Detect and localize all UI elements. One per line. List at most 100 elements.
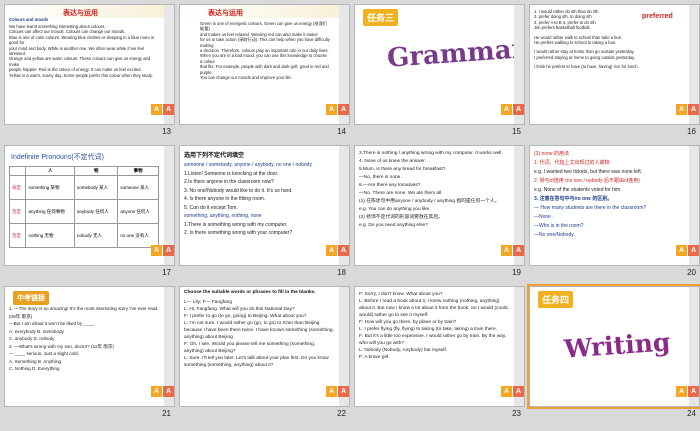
slide-22-line: L: Sure. I'll tell you later. Let's talk… (184, 356, 329, 368)
slide-21-line: A. Something B. Anything (9, 358, 62, 364)
a-icon: A (501, 386, 512, 397)
slide-14-line: You can change our moods and improve you… (200, 75, 293, 81)
slide-thumbnail-14[interactable]: 表达与运用 Green is one of energetic colours.… (179, 4, 350, 141)
a-icon: A (326, 104, 337, 115)
a-icon: A (688, 386, 699, 397)
slide-23-line: F: A brave girl. (359, 355, 390, 360)
slide-thumbnail-21[interactable]: 中考链接 1. —The story is so amazing! It's t… (4, 286, 175, 423)
slide-thumbnail-18[interactable]: 选用下列不定代词填空 someone / somebody, anyone / … (179, 145, 350, 282)
slide-23-canvas[interactable]: F: Sorry, I don't know. What about you? … (354, 286, 525, 407)
slide-thumbnail-16[interactable]: preferred 1. I would rather do sth than … (529, 4, 700, 141)
a-icon: A (688, 245, 699, 256)
slide-number: 24 (687, 409, 696, 418)
a-icon: A (163, 245, 174, 256)
slide-20-line: —No one/Nobody. (534, 232, 575, 238)
slide-18-canvas[interactable]: 选用下列不定代词填空 someone / somebody, anyone / … (179, 145, 350, 266)
slide-thumbnail-15[interactable]: 任务三 Grammar A A 15 (354, 4, 525, 141)
slide-thumbnail-19[interactable]: 3.There is nothing / anything wrong with… (354, 145, 525, 282)
slide-19-line: —No, there is none. (359, 175, 402, 180)
slide-24-title: Writing (563, 327, 672, 364)
slide-21-line: C. Nothing D. Everything (9, 366, 60, 371)
slide-17-canvas[interactable]: Indefinite Pronouns(不定代词) 人 物 事物 肯定 some… (4, 145, 175, 266)
table-header (8, 166, 27, 176)
slide-number: 20 (687, 268, 696, 277)
slide-15-canvas[interactable]: 任务三 Grammar A A (354, 4, 525, 125)
a-icon: A (163, 386, 174, 397)
a-icon: A (338, 104, 349, 115)
a-icon: A (513, 245, 524, 256)
slide-number: 13 (162, 127, 171, 136)
slide-21-line: A. everybody B. somebody (9, 328, 64, 334)
slide-24-badge: 任务四 (538, 291, 574, 308)
table-header: 人 (25, 166, 76, 176)
slide-16-canvas[interactable]: preferred 1. I would rather do sth than … (529, 4, 700, 125)
slide-13-canvas[interactable]: 表达与运用 Colours and moods We have learnt s… (4, 4, 175, 125)
slide-24-canvas[interactable]: 任务四 Writing A A (527, 284, 700, 409)
a-icon: A (501, 104, 512, 115)
slide-16-line: Jim prefers basketball football. (534, 25, 591, 31)
table-cell: someone 某人 (117, 175, 159, 200)
slide-22-line: F: I prefer to go (to go, going) to Beij… (184, 314, 307, 319)
a-icon: A (513, 386, 524, 397)
a-icon: A (676, 104, 687, 115)
slide-21-line: 2. —What's wrong with my son, doctor? (1… (9, 343, 114, 349)
slide-18-line: 4. Is there anyone in the fitting room. (184, 196, 266, 202)
slide-number: 18 (337, 268, 346, 277)
table-header: 物 (74, 166, 119, 176)
a-icon: A (151, 386, 162, 397)
slide-13-line: your mind and body. White is another one… (9, 45, 145, 57)
slide-19-line: (2) 修饰不定代词的形容词要放在其后。 (359, 215, 443, 220)
slide-19-line: 5.Mum, is there any bread for breakfast? (359, 167, 446, 172)
slide-13-line: Blue is one of calm colours. Wearing blu… (9, 34, 154, 46)
slide-thumbnail-13[interactable]: 表达与运用 Colours and moods We have learnt s… (4, 4, 175, 141)
table-cell: 肯定 (8, 175, 27, 200)
slide-number: 19 (512, 268, 521, 277)
slide-14-heading: 表达与运用 (208, 10, 243, 17)
table-cell: something 某物 (25, 175, 76, 200)
slide-22-line: L— Lily; F— Fangfang (184, 300, 232, 305)
a-icon: A (676, 245, 687, 256)
slide-thumbnail-24[interactable]: 任务四 Writing A A 24 (527, 284, 700, 423)
a-icon: A (163, 104, 174, 115)
table-cell: nothing 无物 (25, 223, 76, 248)
a-icon: A (326, 245, 337, 256)
slide-16-line: I preferred staying at home to going out… (534, 54, 635, 60)
slide-19-line: —No. There are none. We ate them all. (359, 191, 443, 196)
slide-thumbnail-17[interactable]: Indefinite Pronouns(不定代词) 人 物 事物 肯定 some… (4, 145, 175, 282)
slide-15-badge: 任务三 (363, 9, 399, 26)
slide-sorter-grid: 表达与运用 Colours and moods We have learnt s… (4, 4, 700, 423)
slide-19-canvas[interactable]: 3.There is nothing / anything wrong with… (354, 145, 525, 266)
slide-thumbnail-23[interactable]: F: Sorry, I don't know. What about you? … (354, 286, 525, 423)
slide-18-line: 1.Listen! Someone is knocking at the doo… (184, 170, 279, 177)
slide-21-canvas[interactable]: 中考链接 1. —The story is so amazing! It's t… (4, 286, 175, 407)
slide-14-line: When you are in a bad mood, you can use … (200, 53, 327, 64)
slide-21-line: —But I am afraid it won't be liked by __… (9, 321, 95, 326)
slide-23-line: F: But it's a little too expensive. I wo… (359, 334, 507, 346)
slide-20-canvas[interactable]: (3) none 的用法 1. 代词，代指上文出现过的人或物 e.g. I wa… (529, 145, 700, 266)
slide-thumbnail-20[interactable]: (3) none 的用法 1. 代词，代指上文出现过的人或物 e.g. I wa… (529, 145, 700, 282)
slide-number: 22 (337, 409, 346, 418)
slide-13-subheading: Colours and moods (9, 17, 49, 22)
slide-number: 21 (162, 409, 171, 418)
slide-thumbnail-22[interactable]: Choose the suitable words or phrases to … (179, 286, 350, 423)
slide-18-line: 2.Is there anyone in the classroom now? (184, 179, 274, 185)
slide-21-line: 1. —The story is so amazing! It's the mo… (9, 306, 159, 319)
slide-number: 16 (687, 127, 696, 136)
slide-19-line: 4. None of us knew the answer. (359, 159, 426, 164)
table-cell: anybody 任何人 (74, 199, 119, 224)
slide-19-line: e.g. Do you need anything else? (359, 223, 428, 228)
slide-20-line: (3) none 的用法 (534, 151, 570, 157)
slide-20-line: — How many students are there in the cla… (534, 205, 647, 211)
slide-13-line: Orange and yellow are warm colours. Thes… (9, 56, 151, 67)
a-icon: A (688, 104, 699, 115)
slide-18-line: 3. No one/Nobody would like to do it. It… (184, 187, 293, 194)
slide-19-line: 3.There is nothing / anything wrong with… (359, 151, 503, 156)
slide-22-canvas[interactable]: Choose the suitable words or phrases to … (179, 286, 350, 407)
slide-19-line: 6.—Are there any tomatoes? (359, 183, 421, 188)
slide-20-line: —Who is in the room? (534, 223, 584, 229)
a-icon: A (151, 245, 162, 256)
slide-14-canvas[interactable]: 表达与运用 Green is one of energetic colours.… (179, 4, 350, 125)
a-icon: A (338, 386, 349, 397)
table-cell: no one 没有人 (117, 223, 159, 248)
slide-14-line: Green is one of energetic colours. Green… (200, 21, 328, 32)
